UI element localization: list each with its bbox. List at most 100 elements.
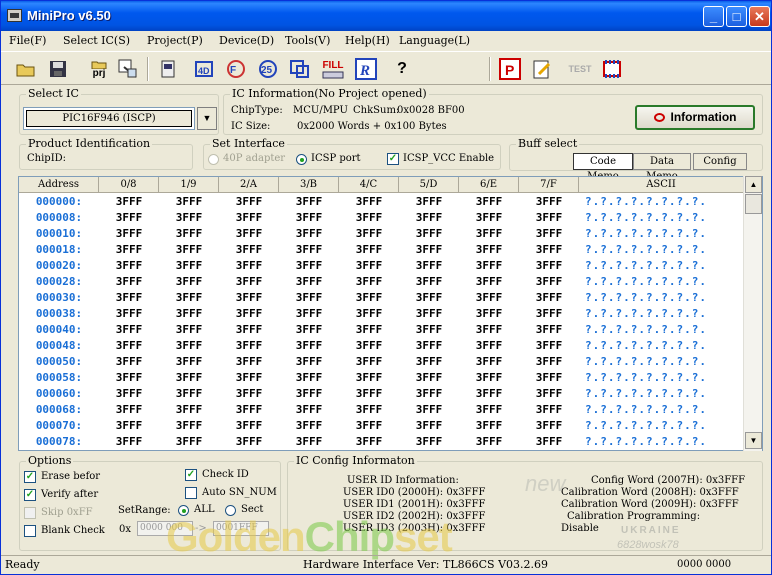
scroll-up-button[interactable]: ▲	[745, 176, 762, 193]
ic-dropdown-button[interactable]: ▼	[197, 107, 217, 130]
hex-cell[interactable]: 3FFF	[519, 354, 579, 370]
hex-cell[interactable]: 3FFF	[99, 370, 159, 386]
hex-cell[interactable]: 3FFF	[279, 194, 339, 210]
hex-cell[interactable]: 3FFF	[339, 322, 399, 338]
hex-cell[interactable]: 3FFF	[159, 242, 219, 258]
hex-cell[interactable]: 3FFF	[219, 306, 279, 322]
hex-cell[interactable]: 3FFF	[279, 258, 339, 274]
erase-before-checkbox[interactable]: ✓	[24, 471, 36, 483]
hex-cell[interactable]: 3FFF	[399, 402, 459, 418]
hex-cell[interactable]: 3FFF	[459, 210, 519, 226]
hex-cell[interactable]: 3FFF	[339, 338, 399, 354]
hex-cell[interactable]: 3FFF	[399, 306, 459, 322]
hex-cell[interactable]: 3FFF	[99, 434, 159, 450]
hex-cell[interactable]: 3FFF	[399, 322, 459, 338]
hex-cell[interactable]: 3FFF	[519, 290, 579, 306]
skip-0xff-checkbox[interactable]	[24, 507, 36, 519]
hex-cell[interactable]: 3FFF	[219, 322, 279, 338]
hex-cell[interactable]: 3FFF	[279, 210, 339, 226]
hex-cell[interactable]: 3FFF	[339, 354, 399, 370]
hex-cell[interactable]: 3FFF	[279, 306, 339, 322]
hex-cell[interactable]: 3FFF	[219, 386, 279, 402]
close-button[interactable]: ✕	[749, 6, 770, 27]
menu-language[interactable]: Language(L)	[399, 34, 470, 47]
hex-cell[interactable]: 3FFF	[519, 418, 579, 434]
maximize-button[interactable]: □	[726, 6, 747, 27]
hex-cell[interactable]: 3FFF	[339, 386, 399, 402]
hex-cell[interactable]: 3FFF	[99, 210, 159, 226]
hex-cell[interactable]: 3FFF	[219, 402, 279, 418]
register-icon[interactable]: R	[353, 55, 379, 83]
verify-after-checkbox[interactable]: ✓	[24, 489, 36, 501]
hex-cell[interactable]: 3FFF	[519, 242, 579, 258]
hex-cell[interactable]: 3FFF	[159, 210, 219, 226]
icsp-port-radio[interactable]	[296, 154, 307, 165]
information-button[interactable]: Information	[635, 105, 755, 130]
erase-chip-icon[interactable]: 25	[255, 55, 281, 83]
project-image-icon[interactable]	[115, 55, 141, 83]
hex-cell[interactable]: 3FFF	[459, 274, 519, 290]
hex-cell[interactable]: 3FFF	[159, 290, 219, 306]
hex-cell[interactable]: 3FFF	[159, 338, 219, 354]
menu-file[interactable]: File(F)	[9, 34, 46, 47]
blank-check-icon[interactable]	[287, 55, 313, 83]
tab-code-memo[interactable]: Code Memo	[573, 153, 633, 182]
hex-cell[interactable]: 3FFF	[459, 354, 519, 370]
hex-cell[interactable]: 3FFF	[339, 194, 399, 210]
hex-cell[interactable]: 3FFF	[399, 434, 459, 450]
hex-cell[interactable]: 3FFF	[459, 338, 519, 354]
hex-cell[interactable]: 3FFF	[339, 402, 399, 418]
menu-select-ic[interactable]: Select IC(S)	[63, 34, 130, 47]
open-folder-icon[interactable]	[13, 55, 39, 83]
hex-cell[interactable]: 3FFF	[99, 418, 159, 434]
hex-cell[interactable]: 3FFF	[99, 226, 159, 242]
hex-cell[interactable]: 3FFF	[159, 386, 219, 402]
hex-cell[interactable]: 3FFF	[339, 306, 399, 322]
hex-cell[interactable]: 3FFF	[159, 194, 219, 210]
hex-cell[interactable]: 3FFF	[219, 194, 279, 210]
hex-cell[interactable]: 3FFF	[459, 290, 519, 306]
hex-cell[interactable]: 3FFF	[99, 338, 159, 354]
hex-cell[interactable]: 3FFF	[99, 274, 159, 290]
adapter-radio[interactable]	[208, 154, 219, 165]
hex-cell[interactable]: 3FFF	[279, 322, 339, 338]
hex-cell[interactable]: 3FFF	[279, 418, 339, 434]
hex-cell[interactable]: 3FFF	[519, 194, 579, 210]
menu-device[interactable]: Device(D)	[219, 34, 274, 47]
hex-cell[interactable]: 3FFF	[459, 434, 519, 450]
hex-cell[interactable]: 3FFF	[279, 402, 339, 418]
blank-check-checkbox[interactable]	[24, 525, 36, 537]
fill-buffer-icon[interactable]: FILL	[319, 55, 347, 83]
project-p-icon[interactable]: P	[497, 55, 523, 83]
hex-cell[interactable]: 3FFF	[159, 226, 219, 242]
hex-cell[interactable]: 3FFF	[279, 434, 339, 450]
hex-cell[interactable]: 3FFF	[279, 370, 339, 386]
hex-cell[interactable]: 3FFF	[99, 322, 159, 338]
hex-cell[interactable]: 3FFF	[519, 370, 579, 386]
hex-cell[interactable]: 3FFF	[459, 242, 519, 258]
hex-cell[interactable]: 3FFF	[519, 210, 579, 226]
read-chip-icon[interactable]	[155, 55, 181, 83]
hex-cell[interactable]: 3FFF	[399, 194, 459, 210]
hex-cell[interactable]: 3FFF	[279, 274, 339, 290]
hex-cell[interactable]: 3FFF	[99, 354, 159, 370]
hex-cell[interactable]: 3FFF	[99, 402, 159, 418]
menu-help[interactable]: Help(H)	[345, 34, 390, 47]
hex-buffer-grid[interactable]: Address 0/8 1/9 2/A 3/B 4/C 5/D 6/E 7/F ASCII 000…	[18, 176, 763, 451]
hex-cell[interactable]: 3FFF	[459, 258, 519, 274]
hex-cell[interactable]: 3FFF	[459, 306, 519, 322]
hex-cell[interactable]: 3FFF	[399, 418, 459, 434]
vertical-scrollbar[interactable]: ▲ ▼	[743, 176, 762, 451]
hex-cell[interactable]: 3FFF	[99, 258, 159, 274]
hex-cell[interactable]: 3FFF	[399, 386, 459, 402]
hex-cell[interactable]: 3FFF	[399, 290, 459, 306]
hex-cell[interactable]: 3FFF	[279, 242, 339, 258]
ic-chip-icon[interactable]	[599, 55, 625, 83]
hex-cell[interactable]: 3FFF	[159, 402, 219, 418]
hex-cell[interactable]: 3FFF	[279, 338, 339, 354]
hex-cell[interactable]: 3FFF	[519, 322, 579, 338]
hex-cell[interactable]: 3FFF	[99, 194, 159, 210]
hex-cell[interactable]: 3FFF	[219, 290, 279, 306]
hex-cell[interactable]: 3FFF	[459, 226, 519, 242]
hex-cell[interactable]: 3FFF	[219, 418, 279, 434]
